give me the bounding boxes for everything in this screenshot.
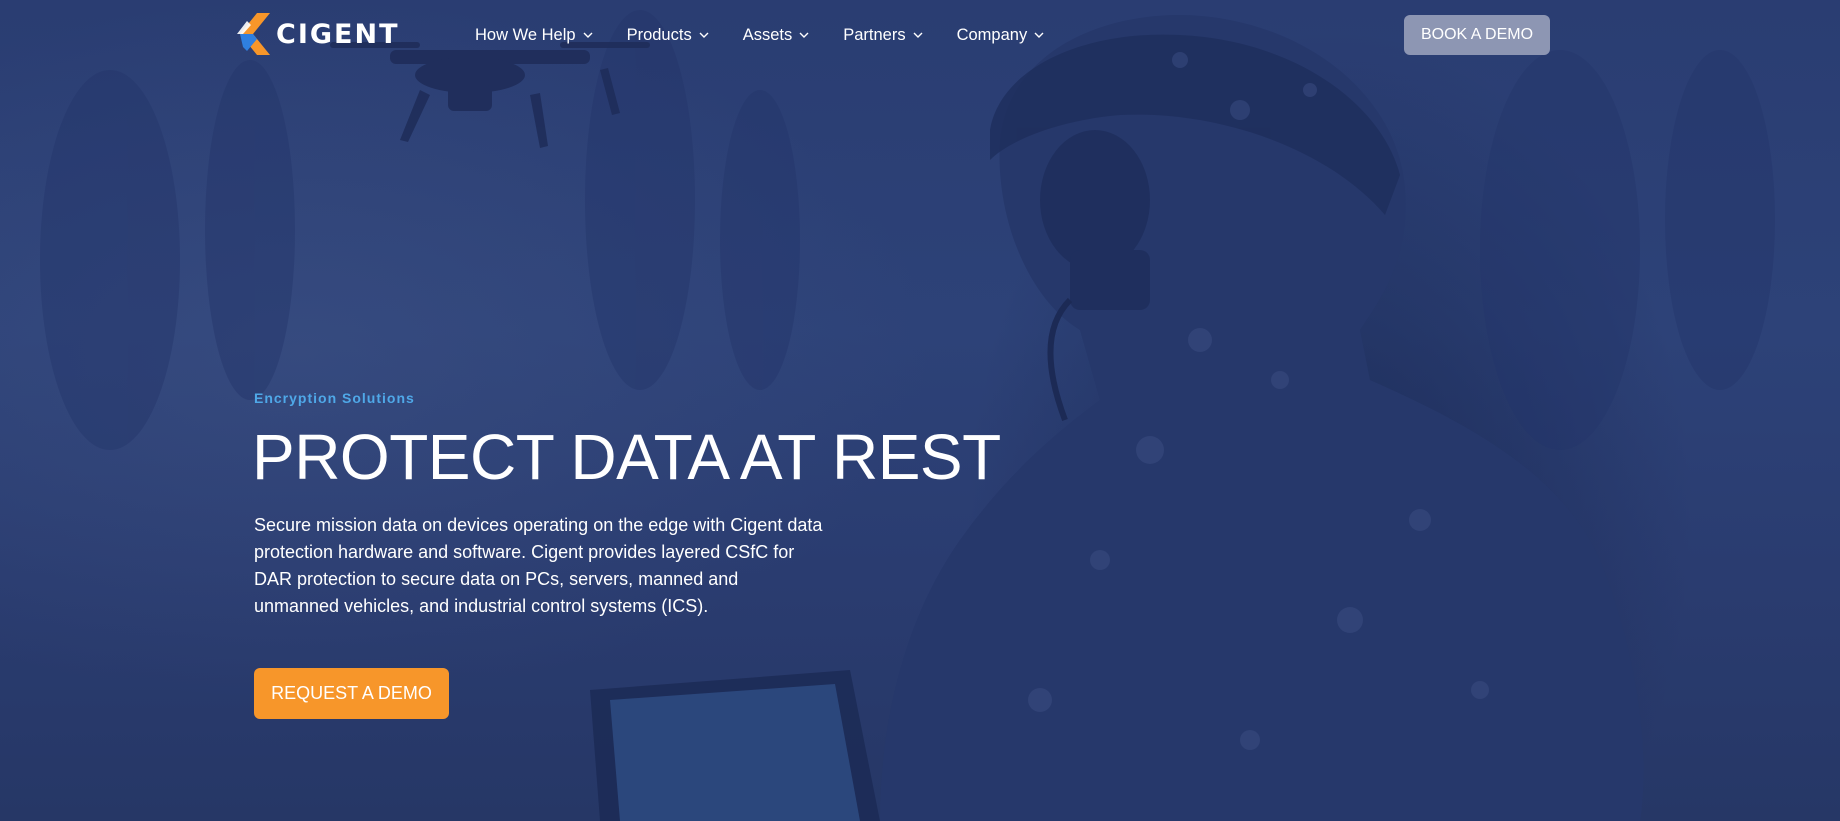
- nav-item-label: How We Help: [475, 25, 576, 44]
- chevron-down-icon: [913, 32, 923, 38]
- chevron-down-icon: [583, 32, 593, 38]
- nav-item-label: Partners: [843, 25, 906, 44]
- cigent-logo[interactable]: CIGENT: [237, 13, 399, 55]
- chevron-down-icon: [1034, 32, 1044, 38]
- hero-section: CIGENT How We Help Products Assets Partn…: [0, 0, 1840, 821]
- nav-item-company[interactable]: Company: [957, 24, 1045, 46]
- book-demo-button[interactable]: BOOK A DEMO: [1404, 15, 1550, 55]
- chevron-down-icon: [699, 32, 709, 38]
- cigent-logo-icon: [237, 13, 270, 55]
- brand-name: CIGENT: [276, 18, 400, 50]
- nav-item-products[interactable]: Products: [627, 24, 709, 46]
- hero-description: Secure mission data on devices operating…: [254, 515, 823, 616]
- nav-item-assets[interactable]: Assets: [743, 24, 810, 46]
- nav-item-how-we-help[interactable]: How We Help: [475, 24, 593, 46]
- nav-item-partners[interactable]: Partners: [843, 24, 923, 46]
- hero-eyebrow: Encryption Solutions: [254, 390, 415, 406]
- request-demo-button[interactable]: REQUEST A DEMO: [254, 668, 449, 719]
- nav-item-label: Assets: [742, 25, 793, 44]
- nav-item-label: Company: [956, 25, 1028, 44]
- top-navigation: CIGENT How We Help Products Assets Partn…: [0, 0, 1840, 70]
- hero-headline: PROTECT DATA AT REST: [252, 421, 1001, 493]
- main-menu: How We Help Products Assets Partners Com…: [475, 24, 1078, 46]
- tablet-device: [590, 670, 880, 821]
- nav-item-label: Products: [626, 25, 692, 44]
- chevron-down-icon: [799, 32, 809, 38]
